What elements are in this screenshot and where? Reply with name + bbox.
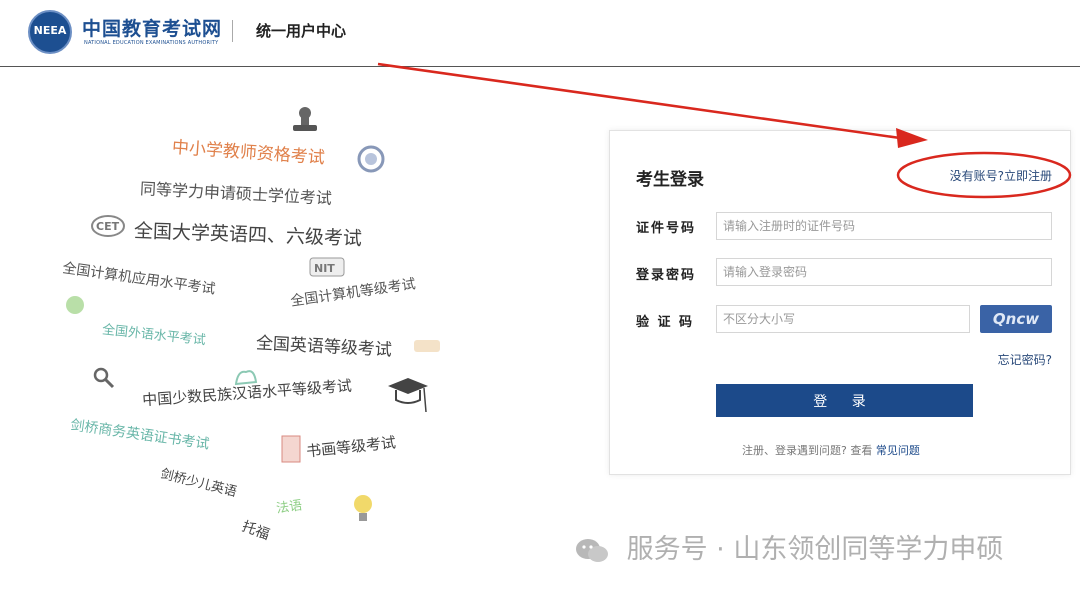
watermark-text: 服务号 · 山东领创同等学力申硕 — [626, 534, 1004, 565]
annotation-arrowhead — [896, 128, 928, 148]
wechat-icon — [576, 538, 608, 562]
annotation-arrow-line — [377, 62, 901, 140]
watermark: 服务号 · 山东领创同等学力申硕 — [574, 527, 1003, 566]
red-annotation — [377, 62, 1072, 199]
annotation-ellipse — [896, 151, 1072, 199]
